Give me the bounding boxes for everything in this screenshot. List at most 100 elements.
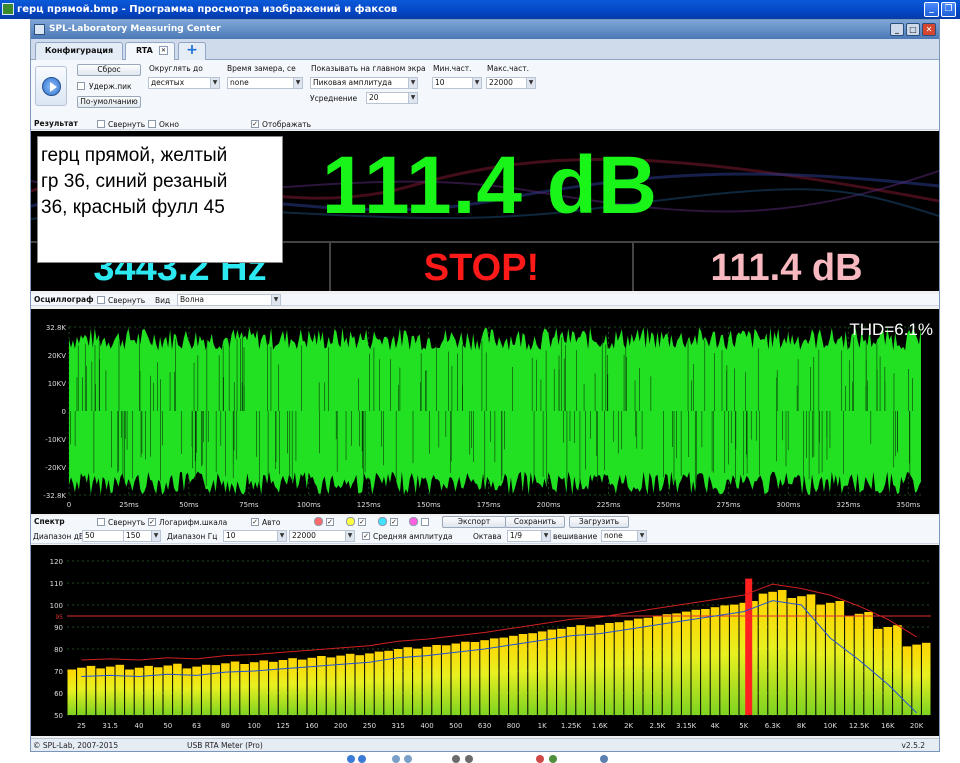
- weighting-select[interactable]: none ▼: [601, 530, 647, 542]
- device-text: USB RTA Meter (Pro): [187, 741, 263, 750]
- spectrum-bar: [163, 665, 173, 715]
- min-freq-value: 10: [435, 78, 445, 87]
- octave-select[interactable]: 1/9 ▼: [507, 530, 551, 542]
- range-db-label: Диапазон дБ: [33, 532, 85, 541]
- zoom-in-icon[interactable]: [452, 755, 460, 763]
- series-color-red[interactable]: [314, 517, 323, 526]
- app-minimize-button[interactable]: _: [890, 23, 904, 36]
- spectrum-collapse-checkbox[interactable]: [97, 518, 105, 526]
- hold-peak-checkbox[interactable]: [77, 82, 85, 90]
- time-value: none: [230, 78, 249, 87]
- spec-x-tick: 125: [276, 722, 289, 730]
- series-yellow-checkbox[interactable]: ✓: [358, 518, 366, 526]
- zoom-out-icon[interactable]: [465, 755, 473, 763]
- tab-configuration[interactable]: Конфигурация: [35, 42, 123, 60]
- series-color-yellow[interactable]: [346, 517, 355, 526]
- tab-rta[interactable]: RTA ✕: [125, 42, 175, 60]
- load-button[interactable]: Загрузить: [569, 516, 629, 528]
- log-scale-checkbox[interactable]: ✓: [148, 518, 156, 526]
- annotation-note: герц прямой, желтый гр 36, синий резаный…: [37, 136, 283, 263]
- spec-x-tick: 25: [77, 722, 86, 730]
- app-maximize-button[interactable]: □: [906, 23, 920, 36]
- hold-peak-label: Удерж.пик: [89, 82, 132, 91]
- spectrum-bar: [681, 611, 691, 715]
- app-title: SPL-Laboratory Measuring Center: [49, 24, 221, 34]
- spec-y-tick: 100: [50, 602, 63, 610]
- print-icon[interactable]: [549, 755, 557, 763]
- spectrum-bar: [461, 641, 470, 715]
- chevron-down-icon: ▼: [526, 78, 535, 88]
- delete-icon[interactable]: [536, 755, 544, 763]
- series-cyan-checkbox[interactable]: ✓: [390, 518, 398, 526]
- help-icon[interactable]: [600, 755, 608, 763]
- osc-view-select[interactable]: Волна ▼: [177, 294, 281, 306]
- result-header: Результат Свернуть Окно ✓ Отображать: [31, 118, 939, 130]
- time-select[interactable]: none ▼: [227, 77, 303, 89]
- spectrum-bar: [816, 604, 825, 715]
- result-window-checkbox[interactable]: [148, 120, 156, 128]
- app-close-button[interactable]: ✕: [922, 23, 936, 36]
- osc-x-tick: 100ms: [297, 501, 321, 509]
- series-red-checkbox[interactable]: ✓: [326, 518, 334, 526]
- round-select[interactable]: десятых ▼: [148, 77, 220, 89]
- series-color-magenta[interactable]: [409, 517, 418, 526]
- spec-x-tick: 3.15K: [676, 722, 697, 730]
- avg-amplitude-checkbox[interactable]: ✓: [362, 532, 370, 540]
- previous-image-icon[interactable]: [347, 755, 355, 763]
- weighting-value: none: [604, 531, 623, 540]
- spectrum-bar: [653, 616, 662, 715]
- add-tab-button[interactable]: +: [178, 42, 206, 60]
- range-hz-max-select[interactable]: 22000 ▼: [289, 530, 355, 542]
- spectrum-bar: [825, 602, 835, 715]
- viewer-minimize-button[interactable]: _: [924, 2, 939, 17]
- spectrum-bar: [624, 620, 633, 715]
- default-button[interactable]: По-умолчанию: [77, 96, 141, 108]
- actual-size-icon[interactable]: [404, 755, 412, 763]
- series-color-cyan[interactable]: [378, 517, 387, 526]
- spectrum-bar: [672, 613, 681, 715]
- export-button[interactable]: Экспорт: [442, 516, 506, 528]
- min-freq-select[interactable]: 10 ▼: [432, 77, 482, 89]
- start-button[interactable]: [35, 66, 67, 106]
- spec-x-tick: 315: [392, 722, 405, 730]
- spectrum-bar: [758, 593, 768, 715]
- chevron-down-icon: ▼: [345, 531, 354, 541]
- plus-icon: +: [186, 42, 198, 58]
- chevron-down-icon: ▼: [151, 531, 160, 541]
- result-collapse-checkbox[interactable]: [97, 120, 105, 128]
- viewer-margin-left: [0, 19, 30, 763]
- averaging-select[interactable]: 20 ▼: [366, 92, 418, 104]
- spec-x-tick: 40: [135, 722, 144, 730]
- save-button[interactable]: Сохранить: [505, 516, 565, 528]
- range-hz-label: Диапазон Гц: [167, 532, 218, 541]
- show-select[interactable]: Пиковая амплитуда ▼: [310, 77, 418, 89]
- osc-collapse-checkbox[interactable]: [97, 296, 105, 304]
- series-magenta-checkbox[interactable]: [421, 518, 429, 526]
- spectrum-bar: [384, 650, 393, 715]
- app-title-bar: SPL-Laboratory Measuring Center _ □ ✕: [31, 20, 939, 39]
- auto-checkbox[interactable]: ✓: [251, 518, 259, 526]
- octave-label: Октава: [473, 532, 502, 541]
- spec-x-tick: 12.5K: [849, 722, 870, 730]
- tab-close-icon[interactable]: ✕: [159, 46, 168, 55]
- range-db-max-select[interactable]: 150 ▼: [123, 530, 161, 542]
- next-image-icon[interactable]: [358, 755, 366, 763]
- spectrum-bar: [221, 663, 230, 715]
- oscillograph-header: Осциллограф Свернуть Вид Волна ▼: [31, 294, 939, 306]
- viewer-restore-button[interactable]: ❐: [941, 2, 956, 17]
- spec-y-tick: 70: [54, 668, 63, 676]
- spec-x-tick: 100: [248, 722, 261, 730]
- spec-x-tick: 16K: [881, 722, 895, 730]
- spectrum-bar: [547, 629, 557, 715]
- spec-y-tick: 90: [54, 624, 63, 632]
- best-fit-icon[interactable]: [392, 755, 400, 763]
- spec-x-tick: 31.5: [102, 722, 118, 730]
- spec-x-tick: 1K: [538, 722, 547, 730]
- spectrum-chart: 120 110 100 90 80 70 60 50 95 25 31.5 40 50 63 80 100 12…: [31, 545, 939, 736]
- max-freq-select[interactable]: 22000 ▼: [486, 77, 536, 89]
- reset-button[interactable]: Сброс: [77, 64, 141, 76]
- result-display-checkbox[interactable]: ✓: [251, 120, 259, 128]
- spec-x-tick: 200: [334, 722, 347, 730]
- range-hz-min-select[interactable]: 10 ▼: [223, 530, 287, 542]
- octave-value: 1/9: [510, 531, 523, 540]
